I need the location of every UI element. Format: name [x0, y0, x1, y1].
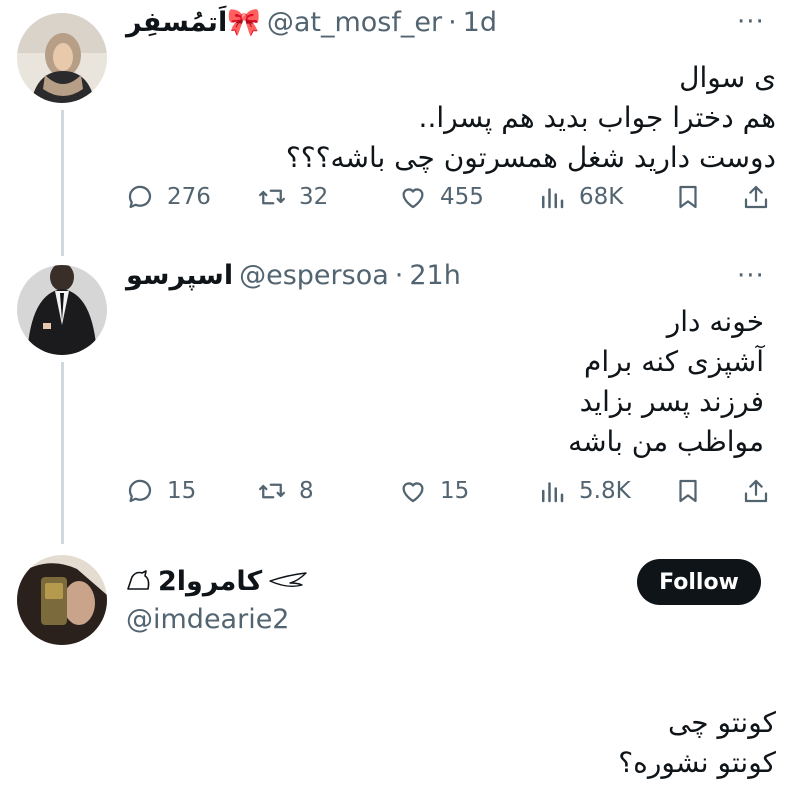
follow-button[interactable]: Follow	[637, 559, 761, 605]
bookmark-button[interactable]	[673, 476, 703, 506]
retweet-icon	[257, 476, 287, 506]
reply-icon	[125, 182, 155, 212]
display-name[interactable]: کامروا2	[158, 566, 262, 597]
retweet-count: 8	[299, 478, 314, 504]
more-icon[interactable]: ···	[737, 263, 765, 289]
views-count: 68K	[579, 184, 624, 210]
wing-icon	[268, 569, 308, 595]
avatar[interactable]	[17, 265, 107, 355]
reply-button[interactable]: 276	[125, 182, 211, 212]
share-icon	[741, 476, 771, 506]
reply-icon	[125, 476, 155, 506]
tweet-line: هم دخترا جواب بدید هم پسرا..	[418, 101, 776, 134]
views-button[interactable]: 5.8K	[537, 476, 631, 506]
horse-icon	[126, 569, 152, 595]
views-count: 5.8K	[579, 478, 631, 504]
tweet-header: اسپرسو @espersoa · 21h	[126, 260, 461, 291]
tweet-header: اَتمُسفِر🎀 @at_mosf_er · 1d	[126, 6, 497, 38]
like-button[interactable]: 15	[398, 476, 469, 506]
reply-count: 276	[167, 184, 211, 210]
avatar[interactable]	[17, 13, 107, 103]
share-button[interactable]	[741, 476, 771, 506]
retweet-count: 32	[299, 184, 329, 210]
thread-line	[61, 362, 64, 544]
like-count: 15	[440, 478, 470, 504]
bookmark-icon	[673, 182, 703, 212]
separator-dot: ·	[448, 7, 457, 38]
views-button[interactable]: 68K	[537, 182, 623, 212]
tweet-line: کونتو چی	[667, 706, 776, 739]
timestamp[interactable]: 1d	[463, 7, 497, 38]
display-name[interactable]: اسپرسو	[126, 260, 233, 291]
display-name-row: کامروا2	[126, 566, 308, 597]
like-button[interactable]: 455	[398, 182, 484, 212]
tweet-line: دوست دارید شغل همسرتون چی باشه؟؟؟	[285, 141, 776, 174]
bookmark-icon	[673, 476, 703, 506]
tweet-text: کونتو چی کونتو نشوره؟	[618, 703, 776, 783]
tweet-line: آشپزی کنه برام	[583, 345, 764, 378]
reply-count: 15	[167, 478, 197, 504]
share-icon	[741, 182, 771, 212]
retweet-button[interactable]: 32	[257, 182, 328, 212]
more-icon[interactable]: ···	[737, 9, 765, 35]
share-button[interactable]	[741, 182, 771, 212]
tweet-line: فرزند پسر بزاید	[579, 385, 764, 418]
user-handle[interactable]: @espersoa	[239, 260, 389, 291]
display-name[interactable]: اَتمُسفِر🎀	[126, 6, 261, 38]
tweet-line: خونه دار	[666, 305, 764, 338]
separator-dot: ·	[394, 260, 404, 291]
views-icon	[537, 182, 567, 212]
like-icon	[398, 476, 428, 506]
user-handle[interactable]: @at_mosf_er	[267, 7, 442, 38]
tweet-line: مواظب من باشه	[568, 425, 764, 458]
tweet-line: کونتو نشوره؟	[618, 746, 776, 779]
tweet-line: ی سوال	[679, 61, 776, 94]
retweet-button[interactable]: 8	[257, 476, 314, 506]
bookmark-button[interactable]	[673, 182, 703, 212]
thread-line	[61, 110, 64, 256]
user-handle[interactable]: @imdearie2	[126, 604, 290, 635]
retweet-icon	[257, 182, 287, 212]
like-count: 455	[440, 184, 484, 210]
timestamp[interactable]: 21h	[409, 260, 460, 291]
tweet-text: ی سوال هم دخترا جواب بدید هم پسرا.. دوست…	[286, 58, 776, 178]
avatar[interactable]	[17, 555, 107, 645]
views-icon	[537, 476, 567, 506]
like-icon	[398, 182, 428, 212]
tweet-text: خونه دار آشپزی کنه برام فرزند پسر بزاید …	[568, 302, 764, 462]
reply-button[interactable]: 15	[125, 476, 196, 506]
